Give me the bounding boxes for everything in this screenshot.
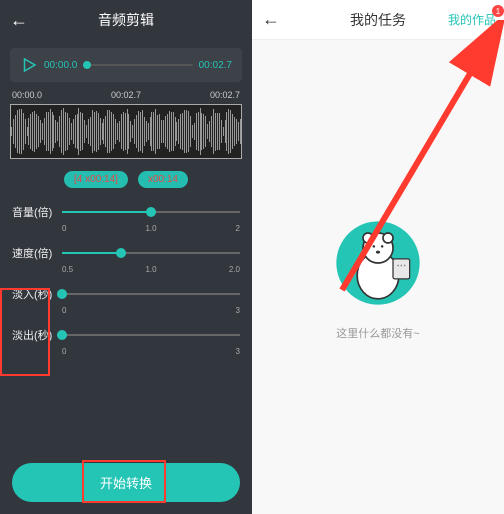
fadein-slider[interactable] bbox=[62, 293, 240, 295]
volume-slider-row: 音量(倍) bbox=[0, 198, 252, 226]
progress-bar[interactable] bbox=[83, 64, 192, 66]
fadeout-slider-row: 淡出(秒) bbox=[0, 321, 252, 349]
volume-slider[interactable] bbox=[62, 211, 240, 213]
preset-a-button[interactable]: [4 x00:14] bbox=[64, 171, 128, 188]
total-time: 00:02.7 bbox=[199, 60, 232, 71]
empty-text: 这里什么都没有~ bbox=[336, 325, 419, 341]
page-title: 音频剪辑 bbox=[98, 10, 154, 30]
preset-b-button[interactable]: x00:14 bbox=[138, 171, 188, 188]
fadein-label: 淡入(秒) bbox=[12, 286, 54, 302]
back-icon[interactable]: ← bbox=[10, 10, 28, 31]
convert-button[interactable]: 开始转换 bbox=[12, 463, 240, 502]
empty-state: 这里什么都没有~ bbox=[252, 40, 504, 514]
bear-illustration-icon bbox=[328, 213, 428, 313]
waveform[interactable] bbox=[10, 104, 242, 159]
fadeout-slider[interactable] bbox=[62, 334, 240, 336]
fadeout-label: 淡出(秒) bbox=[12, 327, 54, 343]
audio-player: 00:00.0 00:02.7 bbox=[10, 48, 242, 82]
speed-slider-row: 速度(倍) bbox=[0, 239, 252, 267]
play-icon[interactable] bbox=[20, 56, 38, 74]
time-mid: 00:02.7 bbox=[111, 90, 141, 100]
current-time: 00:00.0 bbox=[44, 60, 77, 71]
my-works-label: 我的作品 bbox=[448, 13, 496, 27]
volume-label: 音量(倍) bbox=[12, 204, 54, 220]
my-tasks-screen: ← 我的任务 我的作品 1 这里什么都没有~ bbox=[252, 0, 504, 514]
time-start: 00:00.0 bbox=[12, 90, 42, 100]
audio-edit-screen: ← 音频剪辑 00:00.0 00:02.7 00:00.0 00:02.7 0… bbox=[0, 0, 252, 514]
preset-row: [4 x00:14] x00:14 bbox=[0, 171, 252, 188]
back-icon[interactable]: ← bbox=[262, 9, 280, 30]
speed-slider[interactable] bbox=[62, 252, 240, 254]
fadein-slider-row: 淡入(秒) bbox=[0, 280, 252, 308]
header: ← 音频剪辑 bbox=[0, 0, 252, 40]
my-works-link[interactable]: 我的作品 1 bbox=[448, 11, 496, 28]
timeline-labels: 00:00.0 00:02.7 00:02.7 bbox=[0, 86, 252, 102]
header: ← 我的任务 我的作品 1 bbox=[252, 0, 504, 40]
speed-label: 速度(倍) bbox=[12, 245, 54, 261]
badge: 1 bbox=[492, 5, 504, 17]
time-end: 00:02.7 bbox=[210, 90, 240, 100]
page-title: 我的任务 bbox=[350, 10, 406, 30]
